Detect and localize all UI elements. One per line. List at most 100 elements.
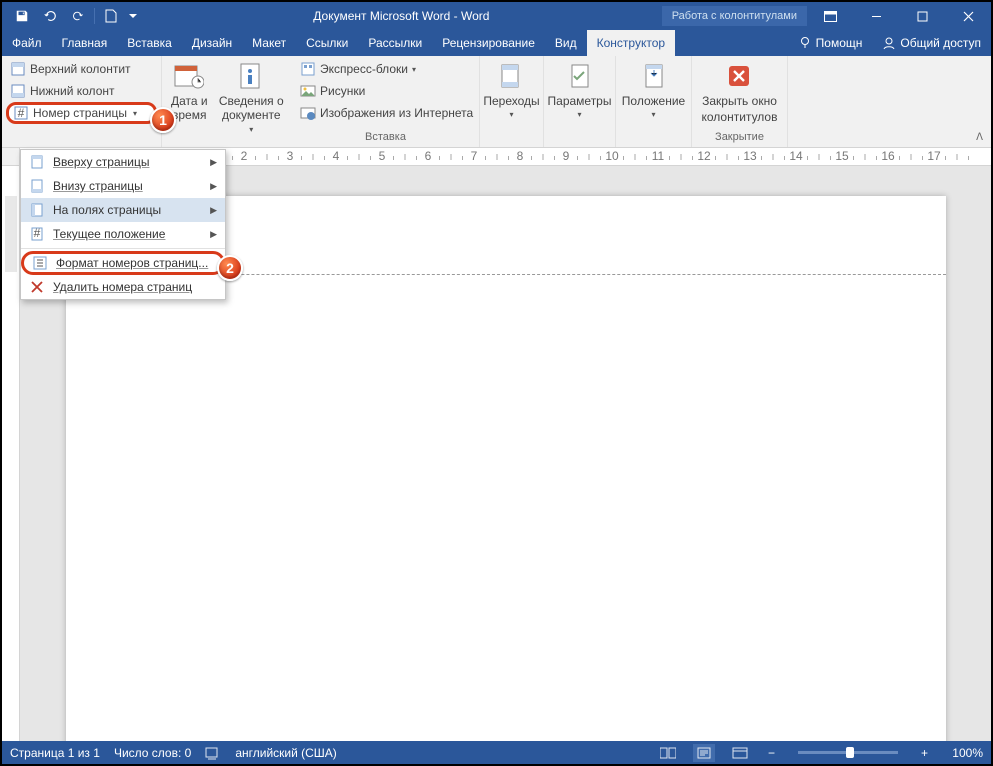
ribbon-display-button[interactable] xyxy=(807,2,853,30)
current-position-icon: # xyxy=(29,226,45,242)
svg-text:2: 2 xyxy=(241,149,248,163)
window-controls xyxy=(807,2,991,30)
tab-references[interactable]: Ссылки xyxy=(296,30,358,56)
svg-text:17: 17 xyxy=(927,149,941,163)
header-icon xyxy=(10,61,26,77)
dd-bottom-of-page[interactable]: Внизу страницы ▶ xyxy=(21,174,225,198)
language-indicator[interactable]: английский (США) xyxy=(235,746,336,760)
collapse-ribbon-button[interactable]: ᐱ xyxy=(972,130,987,145)
chevron-down-icon: ▾ xyxy=(577,110,581,120)
close-group-label: Закрытие xyxy=(696,131,783,145)
online-pictures-button[interactable]: Изображения из Интернета xyxy=(296,102,475,124)
page-bottom-icon xyxy=(29,178,45,194)
footer-icon xyxy=(10,83,26,99)
save-button[interactable] xyxy=(8,2,36,30)
chevron-down-icon: ▾ xyxy=(510,110,514,120)
svg-text:14: 14 xyxy=(789,149,803,163)
print-layout-button[interactable] xyxy=(693,744,715,762)
svg-text:6: 6 xyxy=(425,149,432,163)
svg-text:#: # xyxy=(34,226,41,240)
tell-me-button[interactable]: Помощн xyxy=(788,30,873,56)
chevron-down-icon: ▾ xyxy=(133,109,137,118)
tab-review[interactable]: Рецензирование xyxy=(432,30,545,56)
spell-check-icon[interactable] xyxy=(205,746,221,760)
page-margins-icon xyxy=(29,202,45,218)
word-window: Документ Microsoft Word - Word Работа с … xyxy=(0,0,993,766)
chevron-right-icon: ▶ xyxy=(210,229,217,240)
svg-text:7: 7 xyxy=(471,149,478,163)
tab-designer[interactable]: Конструктор xyxy=(587,30,675,56)
chevron-down-icon: ▾ xyxy=(652,110,656,120)
dd-top-of-page[interactable]: Вверху страницы ▶ xyxy=(21,150,225,174)
svg-text:4: 4 xyxy=(333,149,340,163)
insert-group-label: Вставка xyxy=(296,131,475,145)
format-icon xyxy=(32,255,48,271)
chevron-right-icon: ▶ xyxy=(210,205,217,216)
word-count[interactable]: Число слов: 0 xyxy=(114,746,191,760)
dd-remove-page-numbers[interactable]: Удалить номера страниц xyxy=(21,275,225,299)
dd-current-position[interactable]: # Текущее положение ▶ xyxy=(21,222,225,246)
pictures-button[interactable]: Рисунки xyxy=(296,80,475,102)
new-doc-button[interactable] xyxy=(97,2,125,30)
svg-text:5: 5 xyxy=(379,149,386,163)
undo-button[interactable] xyxy=(36,2,64,30)
redo-button[interactable] xyxy=(64,2,92,30)
window-title: Документ Microsoft Word - Word xyxy=(141,9,662,23)
close-button[interactable] xyxy=(945,2,991,30)
tab-mailings[interactable]: Рассылки xyxy=(358,30,432,56)
tab-design[interactable]: Дизайн xyxy=(182,30,242,56)
calendar-icon xyxy=(173,60,205,92)
picture-icon xyxy=(300,83,316,99)
close-header-footer-button[interactable]: Закрыть окно колонтитулов xyxy=(698,58,782,127)
dd-page-margins[interactable]: На полях страницы ▶ xyxy=(21,198,225,222)
dd-format-page-numbers[interactable]: Формат номеров страниц... xyxy=(21,251,225,275)
ribbon: Верхний колонтит Нижний колонт # Номер с… xyxy=(2,56,991,148)
title-bar: Документ Microsoft Word - Word Работа с … xyxy=(2,2,991,30)
zoom-slider[interactable] xyxy=(798,751,898,754)
svg-text:#: # xyxy=(18,106,25,120)
zoom-level[interactable]: 100% xyxy=(945,746,983,760)
read-mode-button[interactable] xyxy=(657,744,679,762)
position-button[interactable]: Положение ▾ xyxy=(618,58,689,122)
quick-parts-icon xyxy=(300,61,316,77)
header-button[interactable]: Верхний колонтит xyxy=(6,58,157,80)
quick-access-toolbar xyxy=(2,2,141,30)
tab-view[interactable]: Вид xyxy=(545,30,587,56)
remove-icon xyxy=(29,279,45,295)
qat-customize-button[interactable] xyxy=(125,2,141,30)
zoom-in-button[interactable]: + xyxy=(918,746,931,760)
document-info-button[interactable]: Сведения о документе ▾ xyxy=(214,58,288,136)
web-layout-button[interactable] xyxy=(729,744,751,762)
page-number-icon: # xyxy=(13,105,29,121)
tab-layout[interactable]: Макет xyxy=(242,30,296,56)
ribbon-tabs: Файл Главная Вставка Дизайн Макет Ссылки… xyxy=(2,30,991,56)
svg-text:12: 12 xyxy=(697,149,711,163)
page-top-icon xyxy=(29,154,45,170)
options-icon xyxy=(564,60,596,92)
minimize-button[interactable] xyxy=(853,2,899,30)
vertical-ruler[interactable] xyxy=(2,166,20,741)
options-button[interactable]: Параметры ▾ xyxy=(544,58,616,122)
tab-file[interactable]: Файл xyxy=(2,30,52,56)
maximize-button[interactable] xyxy=(899,2,945,30)
svg-text:16: 16 xyxy=(881,149,895,163)
svg-text:10: 10 xyxy=(605,149,619,163)
share-button[interactable]: Общий доступ xyxy=(872,30,991,56)
chevron-down-icon: ▾ xyxy=(249,125,253,135)
goto-icon xyxy=(496,60,528,92)
online-picture-icon xyxy=(300,105,316,121)
tab-insert[interactable]: Вставка xyxy=(117,30,182,56)
status-bar: Страница 1 из 1 Число слов: 0 английский… xyxy=(2,741,991,764)
svg-text:8: 8 xyxy=(517,149,524,163)
quick-parts-button[interactable]: Экспресс-блоки ▾ xyxy=(296,58,475,80)
page-indicator[interactable]: Страница 1 из 1 xyxy=(10,746,100,760)
goto-button[interactable]: Переходы ▾ xyxy=(479,58,543,122)
svg-text:13: 13 xyxy=(743,149,757,163)
close-icon xyxy=(723,60,755,92)
svg-text:15: 15 xyxy=(835,149,849,163)
svg-text:11: 11 xyxy=(652,149,665,163)
tab-home[interactable]: Главная xyxy=(52,30,118,56)
page-number-button[interactable]: # Номер страницы ▾ xyxy=(6,102,157,124)
zoom-out-button[interactable]: − xyxy=(765,746,778,760)
footer-button[interactable]: Нижний колонт xyxy=(6,80,157,102)
